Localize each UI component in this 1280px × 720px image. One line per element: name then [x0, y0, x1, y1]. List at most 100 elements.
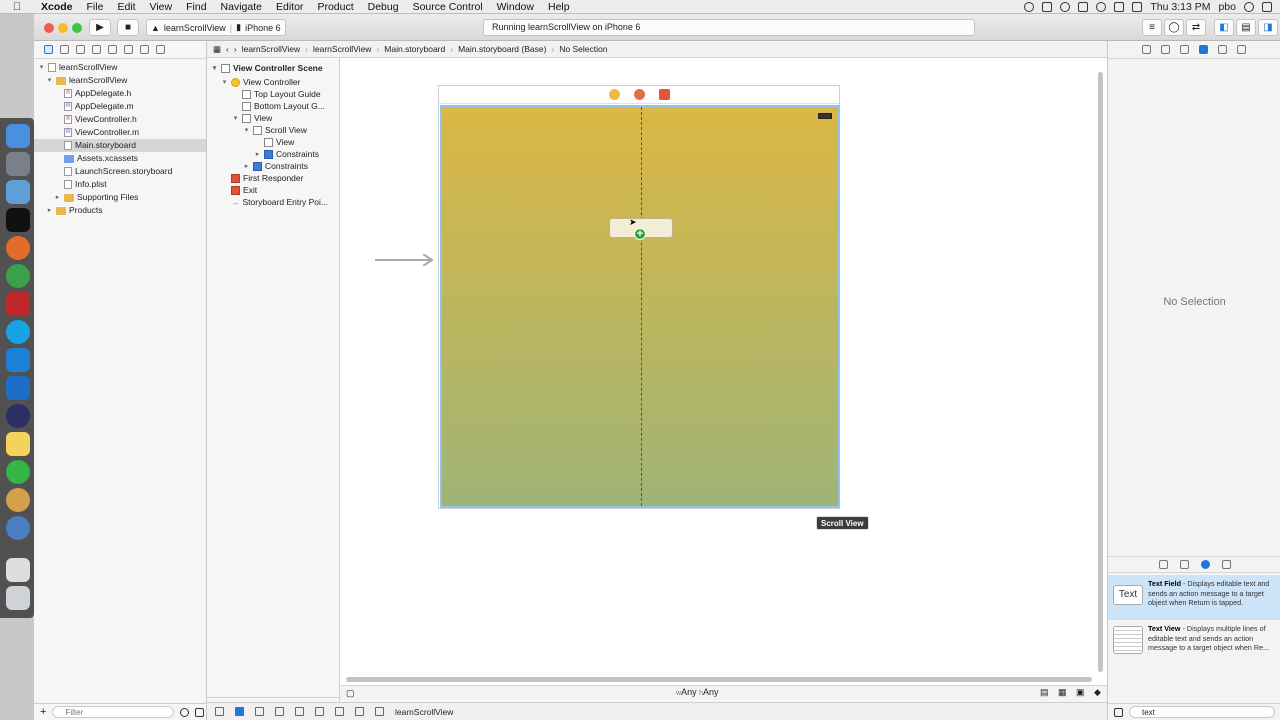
pause-icon[interactable]: [255, 707, 264, 716]
wifi-icon[interactable]: [1096, 1, 1107, 12]
forward-icon[interactable]: ›: [234, 44, 237, 54]
simulate-location-icon[interactable]: [355, 707, 364, 716]
object-library-icon[interactable]: [1200, 560, 1210, 569]
chrome-icon[interactable]: [6, 264, 30, 288]
eclipse-icon[interactable]: [6, 404, 30, 428]
nav-row-file[interactable]: LaunchScreen.storyboard: [64, 165, 172, 178]
menu-debug[interactable]: Debug: [361, 0, 406, 14]
library-search-input[interactable]: [1129, 706, 1275, 718]
back-icon[interactable]: ‹: [226, 44, 229, 54]
toggle-utilities-button[interactable]: ◨: [1258, 19, 1278, 36]
breadcrumb-project[interactable]: learnScrollView: [242, 44, 300, 54]
outline-storyboard-entry-point[interactable]: → Storyboard Entry Poi...: [231, 196, 328, 209]
media-library-icon[interactable]: [1221, 560, 1231, 569]
menu-navigate[interactable]: Navigate: [214, 0, 269, 14]
trash-icon[interactable]: [6, 586, 30, 610]
file-template-library-icon[interactable]: [1158, 560, 1168, 569]
outline-toggle-icon[interactable]: ▢: [346, 688, 355, 699]
bluetooth-icon[interactable]: [1078, 1, 1089, 12]
symbol-navigator-tab-icon[interactable]: [60, 45, 69, 54]
volume-icon[interactable]: [1114, 1, 1125, 12]
debug-navigator-tab-icon[interactable]: [124, 45, 133, 54]
vertical-scrollbar[interactable]: [1098, 72, 1103, 672]
menu-find[interactable]: Find: [179, 0, 213, 14]
storyboard-entry-arrow[interactable]: [375, 254, 435, 266]
toggle-navigator-button[interactable]: ◧: [1214, 19, 1234, 36]
resolve-issues-icon[interactable]: ◆: [1094, 687, 1101, 698]
pin-icon[interactable]: ▣: [1076, 687, 1085, 698]
nav-row-file[interactable]: Assets.xcassets: [64, 152, 138, 165]
step-over-icon[interactable]: [275, 707, 284, 716]
stop-button[interactable]: ■: [117, 19, 139, 36]
clock[interactable]: Thu 3:13 PM: [1150, 1, 1210, 13]
apple-menu-icon[interactable]: : [0, 1, 34, 13]
menu-view[interactable]: View: [143, 0, 180, 14]
connections-inspector-icon[interactable]: [1237, 45, 1246, 54]
launchpad-icon[interactable]: [6, 152, 30, 176]
record-icon[interactable]: [1024, 1, 1035, 12]
library-item-text-view[interactable]: Text View - Displays multiple lines of e…: [1108, 619, 1280, 663]
related-items-icon[interactable]: ▦: [213, 44, 221, 55]
filezilla-icon[interactable]: [6, 292, 30, 316]
nav-row-group[interactable]: ▾ learnScrollView: [46, 74, 128, 87]
view-controller-dock-icon[interactable]: [608, 89, 620, 100]
preview-icon[interactable]: [6, 180, 30, 204]
outline-scene[interactable]: ▾ View Controller Scene: [211, 62, 323, 75]
size-class-control[interactable]: wAny hAny: [676, 687, 719, 697]
code-snippet-library-icon[interactable]: [1179, 560, 1189, 569]
user-name[interactable]: pbo: [1218, 1, 1236, 13]
sync-icon[interactable]: [1060, 1, 1071, 12]
documents-icon[interactable]: [6, 558, 30, 582]
toggle-debug-area-button[interactable]: ▤: [1236, 19, 1256, 36]
debug-target-label[interactable]: learnScrollView: [395, 707, 453, 717]
menu-window[interactable]: Window: [490, 0, 541, 14]
spotlight-icon[interactable]: [1244, 1, 1254, 12]
view-debugger-icon[interactable]: [335, 707, 344, 716]
database-icon[interactable]: [6, 488, 30, 512]
menu-app[interactable]: Xcode: [34, 0, 80, 14]
xcode-icon[interactable]: [6, 348, 30, 372]
menu-file[interactable]: File: [80, 0, 111, 14]
navigator-filter-input[interactable]: [52, 706, 175, 718]
close-window-button[interactable]: [44, 23, 54, 33]
find-navigator-tab-icon[interactable]: [76, 45, 85, 54]
breakpoint-navigator-tab-icon[interactable]: [140, 45, 149, 54]
terminal-icon[interactable]: [6, 208, 30, 232]
step-in-icon[interactable]: [295, 707, 304, 716]
menu-edit[interactable]: Edit: [110, 0, 142, 14]
run-button[interactable]: ▶: [89, 19, 111, 36]
standard-editor-button[interactable]: ≡: [1142, 19, 1162, 36]
notification-center-icon[interactable]: [1262, 1, 1272, 12]
identity-inspector-icon[interactable]: [1180, 45, 1189, 54]
menu-source-control[interactable]: Source Control: [406, 0, 490, 14]
breadcrumb-file[interactable]: Main.storyboard: [384, 44, 445, 54]
quick-help-icon[interactable]: [1161, 45, 1170, 54]
battery-icon[interactable]: [1132, 1, 1143, 12]
breadcrumb-group[interactable]: learnScrollView: [313, 44, 371, 54]
checkbox-status-icon[interactable]: [1042, 1, 1053, 12]
skype-icon[interactable]: [6, 320, 30, 344]
scm-filter-icon[interactable]: [195, 707, 205, 717]
hide-debug-area-icon[interactable]: [215, 707, 224, 716]
version-editor-button[interactable]: ⇄: [1186, 19, 1206, 36]
nav-row-file-selected[interactable]: Main.storyboard: [34, 139, 206, 152]
step-out-icon[interactable]: [315, 707, 324, 716]
menu-editor[interactable]: Editor: [269, 0, 310, 14]
nav-row-file[interactable]: Info.plist: [64, 178, 107, 191]
add-file-icon[interactable]: +: [40, 706, 46, 718]
menu-help[interactable]: Help: [541, 0, 577, 14]
size-inspector-icon[interactable]: [1218, 45, 1227, 54]
nav-row-group[interactable]: ▸ Supporting Files: [54, 191, 139, 204]
stickies-icon[interactable]: [6, 432, 30, 456]
grid-view-icon[interactable]: [1114, 707, 1123, 717]
nav-row-file[interactable]: h AppDelegate.h: [64, 87, 131, 100]
library-item-text-field[interactable]: Text Text Field - Displays editable text…: [1108, 575, 1280, 619]
stack-view-icon[interactable]: ▤: [1040, 687, 1049, 698]
issue-navigator-tab-icon[interactable]: [92, 45, 101, 54]
breakpoints-toggle-icon[interactable]: [235, 707, 244, 716]
file-inspector-icon[interactable]: [1142, 45, 1151, 54]
horizontal-scrollbar[interactable]: [346, 677, 1092, 682]
minimize-window-button[interactable]: [58, 23, 68, 33]
breadcrumb-localization[interactable]: Main.storyboard (Base): [458, 44, 546, 54]
scheme-selector[interactable]: ▲ learnScrollView | ▮ iPhone 6: [146, 19, 286, 36]
